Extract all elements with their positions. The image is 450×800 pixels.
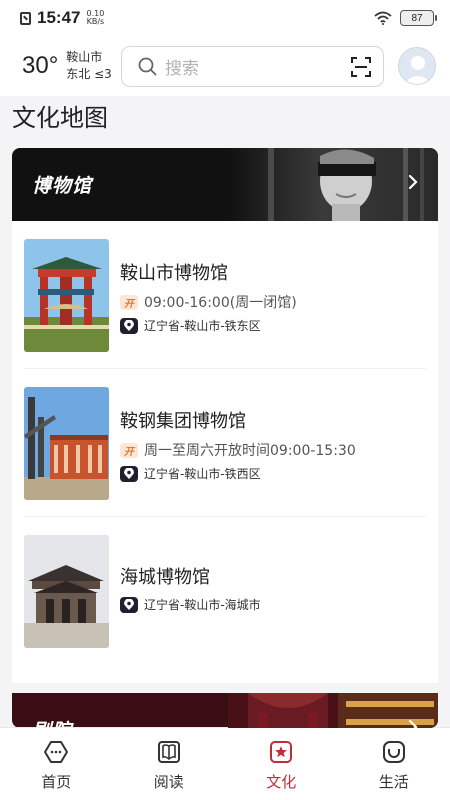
tab-label: 生活 xyxy=(378,773,409,791)
museum-info: 鞍山市博物馆 开 09:00-16:00(周一闭馆) 辽宁省-鞍山市-铁东区 xyxy=(120,239,297,339)
top-bar: 30° 鞍山市 东北 ≤3 搜索 xyxy=(0,36,450,96)
temperature: 30° xyxy=(22,52,59,79)
open-hours-icon: 开 xyxy=(120,442,138,458)
museum-info: 鞍钢集团博物馆 开 周一至周六开放时间09:00-15:30 辽宁省-鞍山市-铁… xyxy=(120,387,356,487)
network-speed-unit: KB/s xyxy=(86,17,105,26)
address-text: 辽宁省-鞍山市-铁西区 xyxy=(144,467,261,481)
location-pin-icon xyxy=(120,317,138,334)
tab-culture[interactable]: 文化 xyxy=(225,728,338,800)
list-item[interactable]: 海城博物馆 辽宁省-鞍山市-海城市 xyxy=(24,531,426,665)
status-bar: 15:47 0.10 KB/s 87 xyxy=(0,0,450,36)
tab-label: 首页 xyxy=(41,773,72,791)
chevron-right-icon[interactable] xyxy=(408,719,418,728)
museum-name: 海城博物馆 xyxy=(120,567,210,588)
tab-label: 阅读 xyxy=(153,773,184,791)
address: 辽宁省-鞍山市-铁东区 xyxy=(120,317,297,334)
statue-image xyxy=(228,148,438,221)
category-title-museum: 博物馆 xyxy=(32,175,93,197)
city-name: 鞍山市 xyxy=(66,50,103,64)
address-text: 辽宁省-鞍山市-铁东区 xyxy=(144,319,261,333)
address: 辽宁省-鞍山市-海城市 xyxy=(120,596,261,613)
museum-category-banner[interactable]: 博物馆 xyxy=(12,148,438,221)
museum-thumbnail xyxy=(24,535,109,648)
theater-image xyxy=(228,693,438,728)
bottom-tab-bar: 首页 阅读 文化 生活 xyxy=(0,727,450,800)
weather-widget[interactable]: 30° 鞍山市 东北 ≤3 xyxy=(0,49,120,83)
page-title: 文化地图 xyxy=(12,104,108,132)
list-item[interactable]: 鞍山市博物馆 开 09:00-16:00(周一闭馆) 辽宁省-鞍山市-铁东区 xyxy=(24,235,426,369)
network-speed: 0.10 KB/s xyxy=(86,10,104,26)
book-icon xyxy=(157,741,180,763)
wind-info: 东北 ≤3 xyxy=(66,67,112,81)
opening-hours: 开 09:00-16:00(周一闭馆) xyxy=(120,292,297,312)
museum-list: 鞍山市博物馆 开 09:00-16:00(周一闭馆) 辽宁省-鞍山市-铁东区 鞍… xyxy=(12,221,438,683)
location-pin-icon xyxy=(120,465,138,482)
open-hours-icon: 开 xyxy=(120,294,138,310)
location-pin-icon xyxy=(120,596,138,613)
culture-map-card: 博物馆 鞍山市博物馆 开 09:00-16:00(周一闭馆) 辽宁省-鞍山市-铁… xyxy=(12,148,438,728)
museum-name: 鞍山市博物馆 xyxy=(120,263,228,284)
address: 辽宁省-鞍山市-铁西区 xyxy=(120,465,356,482)
life-icon xyxy=(382,741,405,763)
clock: 15:47 xyxy=(37,8,81,27)
tab-home[interactable]: 首页 xyxy=(0,728,113,800)
museum-thumbnail xyxy=(24,239,109,352)
museum-info: 海城博物馆 辽宁省-鞍山市-海城市 xyxy=(120,535,261,618)
culture-icon xyxy=(270,741,293,763)
avatar[interactable] xyxy=(398,47,436,85)
museum-thumbnail xyxy=(24,387,109,500)
wifi-icon xyxy=(374,11,392,25)
search-icon xyxy=(138,57,157,76)
tab-read[interactable]: 阅读 xyxy=(113,728,226,800)
chevron-right-icon[interactable] xyxy=(408,174,418,190)
opening-hours-text: 周一至周六开放时间09:00-15:30 xyxy=(144,443,356,459)
list-item[interactable]: 鞍钢集团博物馆 开 周一至周六开放时间09:00-15:30 辽宁省-鞍山市-铁… xyxy=(24,383,426,517)
opening-hours: 开 周一至周六开放时间09:00-15:30 xyxy=(120,440,356,460)
sim-off-icon xyxy=(20,11,31,25)
home-icon xyxy=(44,741,69,763)
scan-icon[interactable] xyxy=(351,57,371,77)
user-avatar-icon xyxy=(404,56,432,84)
battery-indicator: 87 xyxy=(400,10,437,26)
address-text: 辽宁省-鞍山市-海城市 xyxy=(144,598,261,612)
category-title-theater: 剧院 xyxy=(12,716,72,728)
tab-life[interactable]: 生活 xyxy=(338,728,450,800)
weather-info: 鞍山市 东北 ≤3 xyxy=(66,49,112,83)
tab-label: 文化 xyxy=(266,773,297,791)
museum-name: 鞍钢集团博物馆 xyxy=(120,411,246,432)
opening-hours-text: 09:00-16:00(周一闭馆) xyxy=(144,295,297,311)
theater-category-banner[interactable]: 剧院 xyxy=(12,693,438,728)
search-input[interactable]: 搜索 xyxy=(121,46,384,87)
search-placeholder: 搜索 xyxy=(165,59,199,79)
